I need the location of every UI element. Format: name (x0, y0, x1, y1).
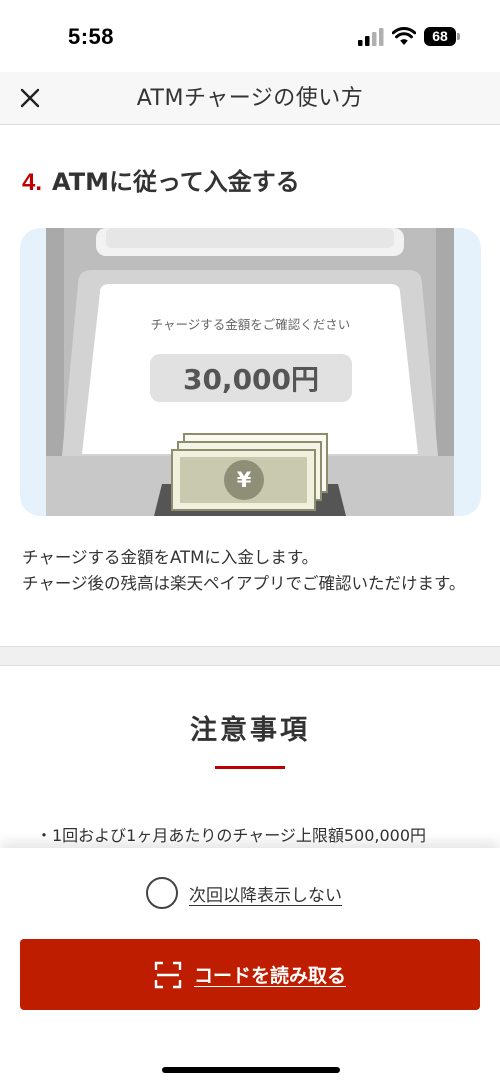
signal-icon (358, 28, 384, 46)
dont-show-label[interactable]: 次回以降表示しない (189, 881, 342, 906)
atm-screen-caption: チャージする金額をご確認ください (150, 317, 351, 332)
step-title: ATMに従って入金する (52, 168, 300, 196)
step-description: チャージする金額をATMに入金します。 チャージ後の残高は楽天ペイアプリでご確認… (22, 545, 482, 597)
notes-heading: 注意事項 (190, 715, 310, 746)
section-divider (0, 646, 500, 666)
dont-show-again-option[interactable]: 次回以降表示しない (146, 877, 342, 909)
atm-illustration: チャージする金額をご確認ください 30,000円 ¥ (20, 228, 481, 516)
description-line-2: チャージ後の残高は楽天ペイアプリでご確認いただけます。 (22, 574, 466, 593)
scan-frame-icon (154, 961, 182, 988)
step-heading: 4. ATMに従って入金する (22, 162, 300, 197)
battery-icon: 68 (424, 27, 460, 46)
nav-bar: ATMチャージの使い方 (0, 72, 500, 125)
notes-item: ・1回および1ヶ月あたりのチャージ上限額500,000円 (36, 826, 427, 845)
bottom-sheet: 次回以降表示しない コードを読み取る (0, 848, 500, 1084)
wifi-icon (392, 26, 416, 45)
scan-code-button[interactable]: コードを読み取る (20, 939, 480, 1010)
home-indicator (162, 1067, 340, 1073)
page-title: ATMチャージの使い方 (136, 86, 364, 111)
yen-symbol: ¥ (236, 468, 252, 492)
battery-level: 68 (424, 27, 456, 46)
status-time: 5:58 (68, 24, 115, 49)
atm-amount-display: 30,000円 (150, 354, 352, 402)
notes-underline (215, 766, 285, 769)
scan-button-label: コードを読み取る (193, 965, 346, 987)
description-line-1: チャージする金額をATMに入金します。 (22, 548, 319, 567)
status-bar: 5:58 68 (0, 0, 500, 72)
dont-show-radio[interactable] (146, 877, 178, 909)
step-number: 4. (22, 169, 43, 196)
